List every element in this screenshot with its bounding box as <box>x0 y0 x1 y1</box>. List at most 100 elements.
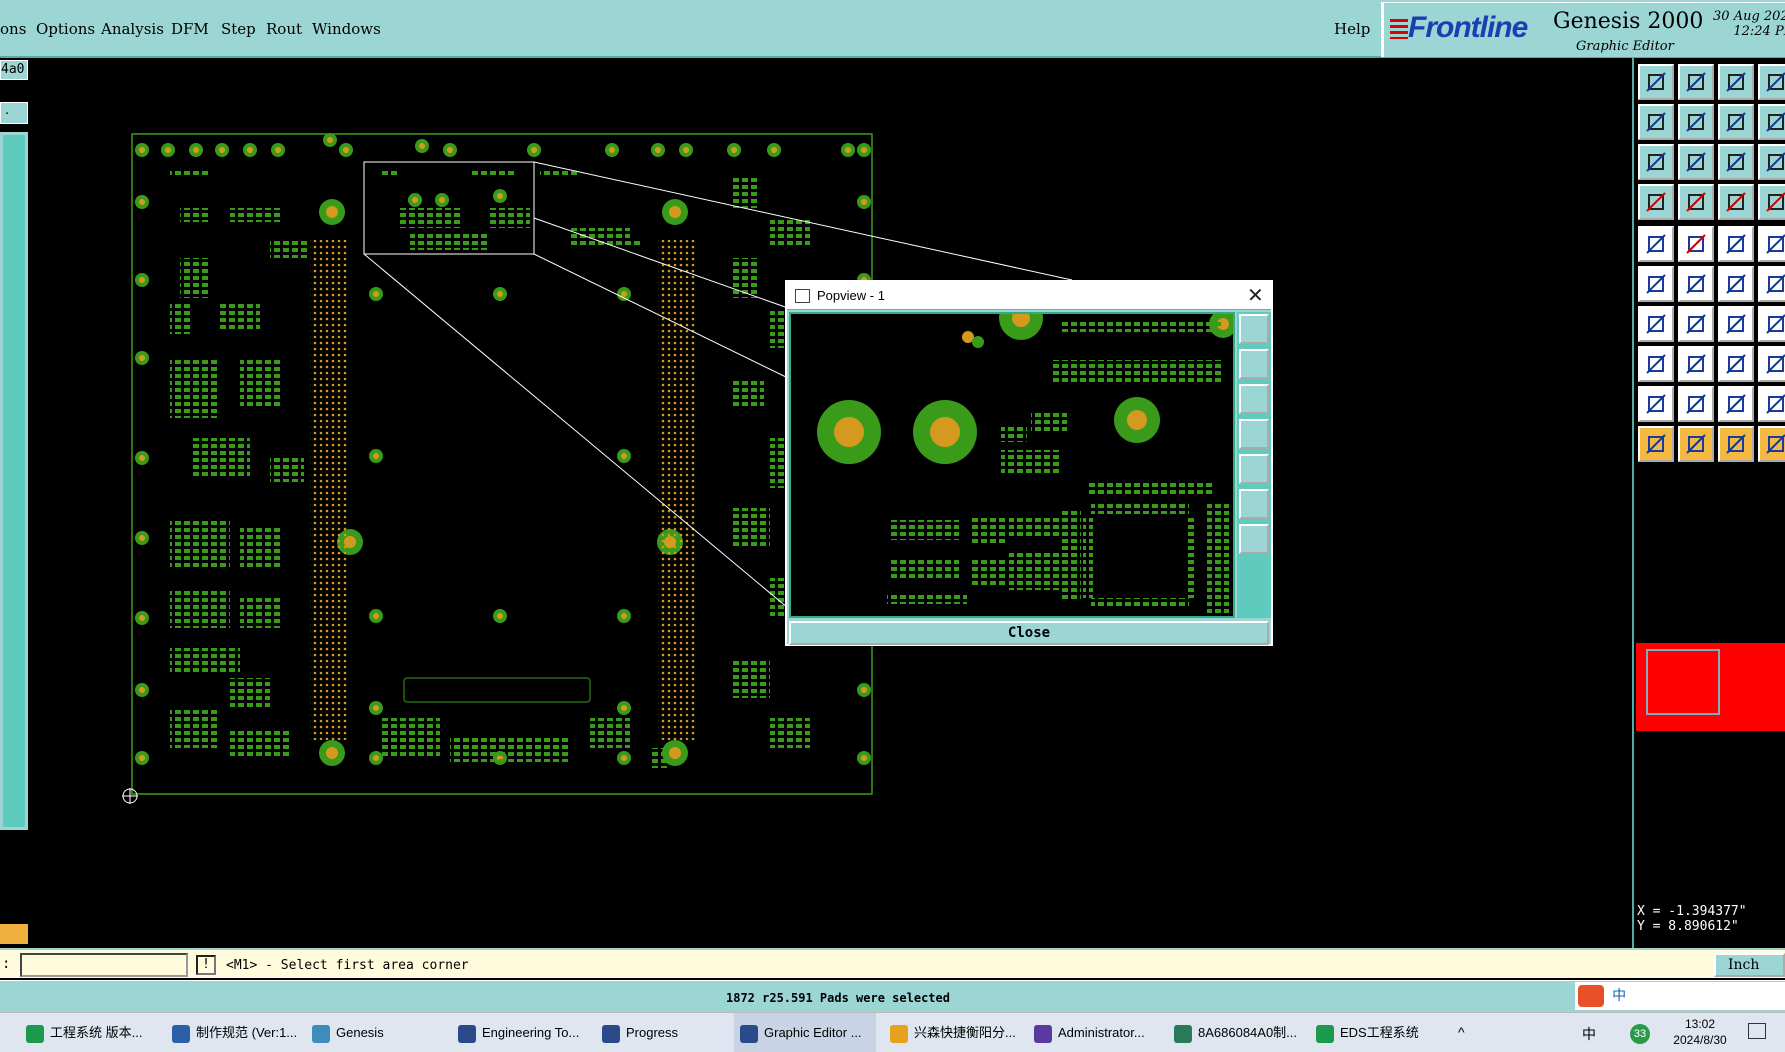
popview-close-button[interactable]: Close <box>789 621 1269 645</box>
one-to-one-icon[interactable] <box>1718 104 1754 140</box>
layer-bottom-icon[interactable] <box>1678 64 1714 100</box>
taskbar-item[interactable]: Administrator... <box>1028 1013 1158 1052</box>
taskbar-item[interactable]: 8A686084A0制... <box>1168 1013 1298 1052</box>
layer-top-icon[interactable] <box>1638 64 1674 100</box>
add-pad-icon[interactable] <box>1638 346 1674 382</box>
taskbar-item[interactable]: Progress <box>596 1013 724 1052</box>
taskbar-item[interactable]: Engineering To... <box>452 1013 586 1052</box>
popview-app-icon <box>795 289 810 303</box>
zoom-home-icon[interactable] <box>1239 314 1269 344</box>
zoom-width-icon[interactable] <box>1678 144 1714 180</box>
select-3-icon[interactable] <box>1758 426 1785 462</box>
dimension-icon[interactable] <box>1718 346 1754 382</box>
zoom-fit-icon[interactable] <box>1638 144 1674 180</box>
layer-up-icon[interactable] <box>1239 349 1269 379</box>
arrow-a3-icon[interactable] <box>1758 386 1785 422</box>
taskbar-item[interactable]: 工程系统 版本... <box>20 1013 160 1052</box>
draw-icon[interactable] <box>1638 306 1674 342</box>
cross-icon[interactable] <box>1678 266 1714 302</box>
chevron-up-icon[interactable]: ^ <box>1458 1024 1465 1040</box>
measure-icon[interactable] <box>1718 184 1754 220</box>
taskbar-item[interactable]: 兴森快捷衡阳分... <box>884 1013 1020 1052</box>
pan-right-icon[interactable] <box>1239 454 1269 484</box>
taskbar-item[interactable]: EDS工程系统 <box>1310 1013 1446 1052</box>
command-input[interactable] <box>20 953 188 977</box>
popview-titlebar[interactable]: Popview - 1 ✕ <box>787 282 1271 310</box>
line-icon[interactable] <box>1718 266 1754 302</box>
overview-viewport-box[interactable] <box>1646 649 1720 715</box>
layer-down-icon[interactable] <box>1239 384 1269 414</box>
ruler-icon[interactable] <box>1718 226 1754 262</box>
settings-icon[interactable] <box>1638 184 1674 220</box>
zoom-line-1 <box>533 161 1073 281</box>
pan-left-icon[interactable] <box>1638 104 1674 140</box>
popview-zoom-view[interactable] <box>789 296 1237 618</box>
text-f-icon[interactable] <box>1758 306 1785 342</box>
taskbar: 工程系统 版本... 制作规范 (Ver:1... Genesis Engineeri… <box>0 1012 1785 1052</box>
menu-actions[interactable]: ons <box>0 20 26 38</box>
line-angle-icon[interactable] <box>1678 306 1714 342</box>
menu-windows[interactable]: Windows <box>312 20 381 38</box>
pan-right-icon[interactable] <box>1678 104 1714 140</box>
job-field[interactable]: 4a0 <box>0 60 28 80</box>
angle-icon[interactable] <box>1638 386 1674 422</box>
help-icon[interactable] <box>1758 144 1785 180</box>
taskbar-item[interactable]: Genesis <box>306 1013 436 1052</box>
layer-indicator[interactable] <box>0 924 28 944</box>
popview-window[interactable]: Popview - 1 ✕ Close <box>785 280 1273 646</box>
snap-icon[interactable] <box>1758 104 1785 140</box>
genesis-app-window: ons Options Analysis DFM Step Rout Windo… <box>0 0 1785 1052</box>
menu-help[interactable]: Help <box>1334 20 1370 38</box>
notification-center-icon[interactable] <box>1748 1023 1766 1039</box>
tray-lang[interactable]: 中 <box>1582 1024 1596 1044</box>
pointer-icon[interactable] <box>1638 426 1674 462</box>
step-field[interactable]: . <box>0 102 28 124</box>
grid-icon[interactable] <box>1678 184 1714 220</box>
taskbar-item[interactable]: 制作规范 (Ver:1... <box>166 1013 298 1052</box>
app-title: Genesis 2000 <box>1553 9 1704 34</box>
cursor-coordinates: X = -1.394377" Y = 8.890612" <box>1637 904 1747 934</box>
ime-lang[interactable]: 中 <box>1612 988 1626 1004</box>
split-view-icon[interactable] <box>1758 64 1785 100</box>
sogou-icon[interactable] <box>1578 985 1604 1007</box>
close-icon[interactable]: ✕ <box>1247 283 1264 307</box>
menu-bar: ons Options Analysis DFM Step Rout Windo… <box>0 0 1785 58</box>
clock-date: 2024/8/30 <box>1673 1033 1727 1047</box>
status-message: 1872 r25.591 Pads were selected <box>726 991 950 1005</box>
bga-column-right <box>658 240 696 740</box>
layer-list-panel[interactable] <box>0 132 28 830</box>
scale-1-2-icon[interactable] <box>1718 144 1754 180</box>
arrow-a2-icon[interactable] <box>1718 386 1754 422</box>
command-exec-button[interactable]: ! <box>196 955 216 975</box>
arrow-a-icon[interactable] <box>1678 386 1714 422</box>
overview-navigator[interactable] <box>1636 643 1785 731</box>
group-icon[interactable] <box>1758 346 1785 382</box>
select-icon[interactable] <box>1678 426 1714 462</box>
home-icon[interactable] <box>1718 64 1754 100</box>
pan-left-icon[interactable] <box>1239 419 1269 449</box>
net-icon[interactable] <box>1638 266 1674 302</box>
taskbar-item-label: EDS工程系统 <box>1340 1025 1419 1040</box>
circle-icon[interactable] <box>1758 226 1785 262</box>
menu-step[interactable]: Step <box>221 20 256 38</box>
taskbar-item[interactable]: Graphic Editor ... <box>734 1013 876 1052</box>
frontline-logo: Frontline <box>1408 11 1528 44</box>
unit-selector[interactable]: Inch <box>1714 953 1785 977</box>
menu-dfm[interactable]: DFM <box>171 20 209 38</box>
menu-rout[interactable]: Rout <box>266 20 302 38</box>
pad-red-icon[interactable] <box>1678 226 1714 262</box>
pad-select-icon[interactable] <box>1638 226 1674 262</box>
measure-red-icon[interactable] <box>1758 184 1785 220</box>
menu-options[interactable]: Options <box>36 20 95 38</box>
select-2-icon[interactable] <box>1718 426 1754 462</box>
notification-badge[interactable]: 33 <box>1630 1024 1650 1044</box>
line-horizontal-icon[interactable] <box>1678 346 1714 382</box>
zoom-fit-icon[interactable] <box>1239 489 1269 519</box>
menu-analysis[interactable]: Analysis <box>101 20 164 38</box>
zoom-in-icon[interactable] <box>1239 524 1269 554</box>
taskbar-item-label: Graphic Editor ... <box>764 1025 862 1040</box>
system-clock[interactable]: 13:02 2024/8/30 <box>1670 1016 1730 1048</box>
connect-icon[interactable] <box>1758 266 1785 302</box>
ime-toolbar[interactable]: 中 <box>1575 982 1785 1010</box>
arc-icon[interactable] <box>1718 306 1754 342</box>
